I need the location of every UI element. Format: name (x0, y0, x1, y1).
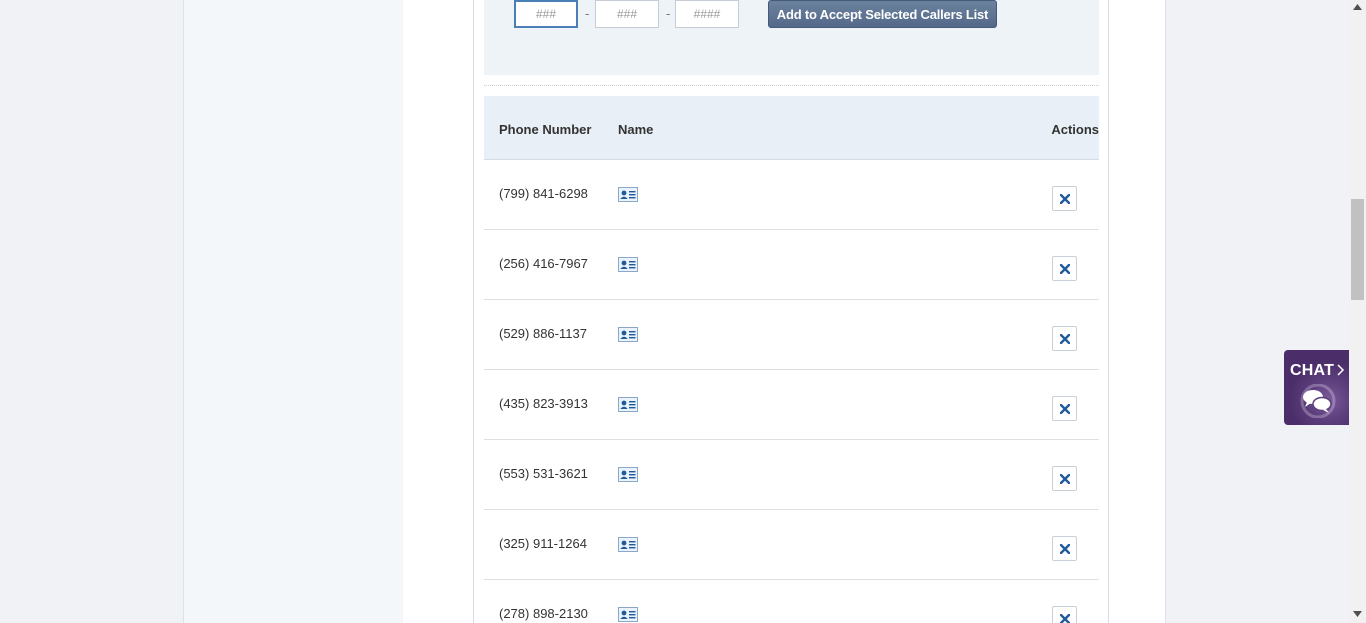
actions-label: Actions (1051, 122, 1099, 137)
table-row: (799) 841-6298 (484, 160, 1099, 230)
phone-number-cell: (278) 898-2130 (499, 606, 588, 621)
delete-caller-button[interactable] (1052, 186, 1077, 211)
close-icon (1059, 193, 1070, 204)
separator-dash: - (666, 6, 671, 21)
divider (484, 85, 1099, 86)
scroll-down-arrow-icon[interactable] (1353, 611, 1362, 617)
prefix-input[interactable] (595, 0, 659, 28)
column-header-phone: Phone Number (499, 122, 592, 137)
table-row: (278) 898-2130 (484, 580, 1099, 623)
close-icon (1059, 543, 1070, 554)
phone-number-cell: (799) 841-6298 (499, 186, 588, 201)
contact-card-icon[interactable] (618, 327, 638, 342)
add-to-accept-list-button[interactable]: Add to Accept Selected Callers List (768, 0, 997, 28)
vertical-scrollbar[interactable] (1349, 0, 1366, 623)
table-header: Phone Number Name Actions (484, 96, 1099, 160)
delete-caller-button[interactable] (1052, 326, 1077, 351)
delete-caller-button[interactable] (1052, 606, 1077, 623)
contact-card-icon[interactable] (618, 397, 638, 412)
contact-card-icon[interactable] (618, 537, 638, 552)
close-icon (1059, 613, 1070, 623)
phone-number-cell: (529) 886-1137 (499, 326, 587, 341)
chat-label: CHAT (1290, 362, 1335, 379)
table-row: (529) 886-1137 (484, 300, 1099, 370)
delete-caller-button[interactable] (1052, 466, 1077, 491)
close-icon (1059, 473, 1070, 484)
table-row: (256) 416-7967 (484, 230, 1099, 300)
delete-caller-button[interactable] (1052, 536, 1077, 561)
contact-card-icon[interactable] (618, 467, 638, 482)
table-row: (435) 823-3913 (484, 370, 1099, 440)
chevron-right-icon (1337, 364, 1345, 376)
column-header-name: Name (618, 122, 654, 137)
scroll-up-arrow-icon[interactable] (1353, 4, 1362, 10)
delete-caller-button[interactable] (1052, 256, 1077, 281)
table-row: (553) 531-3621 (484, 440, 1099, 510)
close-icon (1059, 403, 1070, 414)
chat-widget[interactable]: CHAT (1284, 350, 1350, 425)
phone-number-cell: (553) 531-3621 (499, 466, 588, 481)
contact-card-icon[interactable] (618, 257, 638, 272)
phone-number-cell: (435) 823-3913 (499, 396, 588, 411)
separator-dash: - (585, 6, 590, 21)
phone-number-cell: (256) 416-7967 (499, 256, 588, 271)
contact-card-icon[interactable] (618, 607, 638, 622)
phone-number-cell: (325) 911-1264 (499, 536, 587, 551)
chat-bubbles-icon (1300, 384, 1336, 418)
delete-caller-button[interactable] (1052, 396, 1077, 421)
contact-card-icon[interactable] (618, 187, 638, 202)
close-icon (1059, 263, 1070, 274)
scrollbar-thumb[interactable] (1351, 199, 1364, 300)
table-row: (325) 911-1264 (484, 510, 1099, 580)
area-code-input[interactable] (514, 0, 578, 28)
close-icon (1059, 333, 1070, 344)
line-number-input[interactable] (675, 0, 739, 28)
